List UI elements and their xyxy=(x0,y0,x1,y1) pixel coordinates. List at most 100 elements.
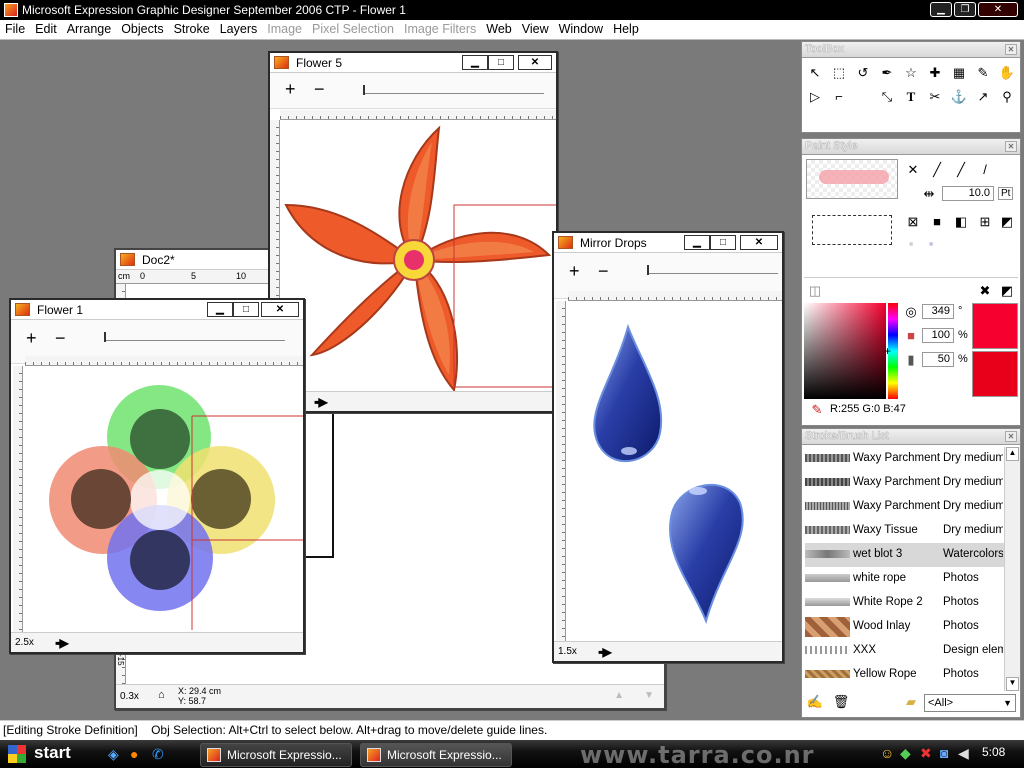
show-desktop-icon[interactable]: ◈ xyxy=(108,746,119,763)
color-picker-field[interactable] xyxy=(804,303,886,399)
close-icon[interactable]: ✕ xyxy=(1005,431,1017,442)
menu-item-window[interactable]: Window xyxy=(554,20,608,39)
zoom-slider[interactable] xyxy=(648,273,778,274)
close-button[interactable]: ✕ xyxy=(740,235,778,250)
brush-list-item[interactable]: white rope Photos xyxy=(805,567,1004,591)
menu-item-layers[interactable]: Layers xyxy=(215,20,263,39)
menu-item-stroke[interactable]: Stroke xyxy=(169,20,215,39)
hue-input[interactable]: 349 xyxy=(922,304,954,319)
scissors-tool-icon[interactable]: ✂ xyxy=(926,88,944,106)
brush-list-item[interactable]: Waxy Parchment 2 Dry medium xyxy=(805,471,1004,495)
taskbar-item-2[interactable]: Microsoft Expressio... xyxy=(360,743,512,767)
zoom-slider-thumb[interactable] xyxy=(363,85,365,95)
scroll-down-icon[interactable]: ▼ xyxy=(644,690,654,701)
maximize-button[interactable]: □ xyxy=(233,302,259,317)
taskbar-item-1[interactable]: Microsoft Expressio... xyxy=(200,743,352,767)
menu-item-file[interactable]: File xyxy=(0,20,30,39)
zoom-out-button[interactable]: − xyxy=(598,262,609,280)
trash-icon[interactable]: 🗑 xyxy=(832,693,850,711)
firefox-icon[interactable]: ● xyxy=(130,746,138,762)
brush-list-item[interactable]: Wood Inlay Photos xyxy=(805,615,1004,639)
pen-tool-icon[interactable]: ✒ xyxy=(878,64,896,82)
folder-icon[interactable]: ▰ xyxy=(902,693,920,711)
minimize-button[interactable]: ▁ xyxy=(930,2,952,17)
minimize-button[interactable]: ▁ xyxy=(207,302,233,317)
menu-item-view[interactable]: View xyxy=(517,20,554,39)
messenger-icon[interactable]: ✆ xyxy=(152,746,164,763)
brush-list-item[interactable]: Waxy Parchment 3 Dry medium xyxy=(805,495,1004,519)
zoom-slider[interactable] xyxy=(105,340,285,341)
emoticon-icon[interactable]: ☺ xyxy=(880,745,894,761)
zoom-in-button[interactable]: + xyxy=(285,80,296,98)
volume-icon[interactable]: ◀ xyxy=(958,745,969,762)
eyedropper-tool-icon[interactable]: ✎ xyxy=(974,64,992,82)
marquee-tool-icon[interactable]: ▦ xyxy=(950,64,968,82)
fill-option-icon[interactable]: ▪ xyxy=(902,235,920,253)
eyedropper-icon[interactable]: ✎ xyxy=(808,401,826,419)
pan-icon[interactable]: ⌂ xyxy=(158,689,165,701)
brush-list-item[interactable]: Waxy Parchment Dry medium xyxy=(805,447,1004,471)
minimize-button[interactable]: ▁ xyxy=(684,235,710,250)
minimize-button[interactable]: ▁ xyxy=(462,55,488,70)
close-button[interactable]: ✕ xyxy=(978,2,1018,17)
stroke-preview[interactable] xyxy=(806,159,898,199)
shape-tool-icon[interactable]: ☆ xyxy=(902,64,920,82)
close-icon[interactable]: ✕ xyxy=(1005,44,1017,55)
new-brush-icon[interactable]: ✍ xyxy=(806,693,824,711)
no-fill-icon[interactable]: ⊠ xyxy=(904,213,922,231)
restore-button[interactable]: ❐ xyxy=(954,2,976,17)
menu-item-image[interactable]: Image xyxy=(262,20,307,39)
pointer-tool-icon[interactable]: ↖ xyxy=(806,64,824,82)
scroll-up-icon[interactable]: ▲ xyxy=(614,690,624,701)
scroll-down-icon[interactable]: ▼ xyxy=(1006,677,1019,691)
zoom-slider-thumb[interactable] xyxy=(647,265,649,275)
saturation-input[interactable]: 100 xyxy=(922,328,954,343)
image-fill-icon[interactable]: ◩ xyxy=(998,213,1016,231)
gradient-fill-icon[interactable]: ◧ xyxy=(952,213,970,231)
brush-list-item[interactable]: wet blot 3 Watercolors xyxy=(805,543,1004,567)
subselect-tool-icon[interactable]: ▷ xyxy=(806,88,824,106)
brush-style-icon[interactable]: ╱ xyxy=(928,161,946,179)
window-mirror-drops[interactable]: Mirror Drops ▁ □ ✕ + − 1.5x ▪▪▶ xyxy=(552,231,784,663)
menu-item-arrange[interactable]: Arrange xyxy=(62,20,116,39)
menu-item-pixel-selection[interactable]: Pixel Selection xyxy=(307,20,399,39)
antivirus-icon[interactable]: ✖ xyxy=(920,745,932,762)
network-icon[interactable]: ◆ xyxy=(900,745,911,762)
brush-tool-icon[interactable]: ↗ xyxy=(974,88,992,106)
menu-item-help[interactable]: Help xyxy=(608,20,644,39)
brush-filter-select[interactable]: <All> ▼ xyxy=(924,694,1016,712)
color-mode-icon[interactable]: ✖ xyxy=(976,282,994,300)
no-stroke-icon[interactable]: ✕ xyxy=(904,161,922,179)
zoom-out-button[interactable]: − xyxy=(55,329,66,347)
direct-select-tool-icon[interactable]: ⬚ xyxy=(830,64,848,82)
brush-style-3-icon[interactable]: / xyxy=(976,161,994,179)
brightness-input[interactable]: 50 xyxy=(922,352,954,367)
fill-preview[interactable] xyxy=(812,215,892,245)
menu-item-objects[interactable]: Objects xyxy=(116,20,168,39)
maximize-button[interactable]: □ xyxy=(710,235,736,250)
pattern-fill-icon[interactable]: ⊞ xyxy=(976,213,994,231)
maximize-button[interactable]: □ xyxy=(488,55,514,70)
solid-fill-icon[interactable]: ■ xyxy=(928,213,946,231)
close-button[interactable]: ✕ xyxy=(261,302,299,317)
scroll-up-icon[interactable]: ▲ xyxy=(1006,447,1019,461)
previous-color-swatch[interactable] xyxy=(972,351,1018,397)
menu-item-edit[interactable]: Edit xyxy=(30,20,62,39)
anchor-tool-icon[interactable]: ⚓ xyxy=(950,88,968,106)
stroke-list-scrollbar[interactable]: ▲ ▼ xyxy=(1004,447,1020,691)
node-tool-icon[interactable]: ⌐ xyxy=(830,88,848,106)
current-color-swatch[interactable] xyxy=(972,303,1018,349)
zoom-slider-thumb[interactable] xyxy=(104,332,106,342)
transform-tool-icon[interactable]: ⤡ xyxy=(878,88,896,106)
brush-list-item[interactable]: White Rope 2 Photos xyxy=(805,591,1004,615)
swatch-icon[interactable]: ◫ xyxy=(806,282,824,300)
start-button[interactable]: start xyxy=(0,740,86,768)
hue-marker[interactable]: + xyxy=(884,344,891,358)
zoom-tool-icon[interactable]: ⚲ xyxy=(998,88,1016,106)
close-icon[interactable]: ✕ xyxy=(1005,141,1017,152)
flower1-canvas[interactable] xyxy=(27,368,303,634)
stroke-width-unit[interactable]: Pt xyxy=(998,187,1014,200)
brush-list-item[interactable]: Waxy Tissue Dry medium xyxy=(805,519,1004,543)
menu-item-web[interactable]: Web xyxy=(481,20,516,39)
zoom-in-button[interactable]: + xyxy=(26,329,37,347)
